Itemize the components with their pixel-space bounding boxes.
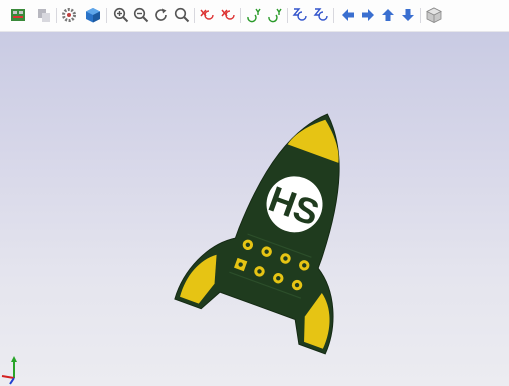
rotate-z-icon xyxy=(292,8,307,21)
3d-viewport[interactable]: HS xyxy=(0,32,509,386)
rotate-y-ccw-button[interactable] xyxy=(267,7,283,23)
toolbar-separator xyxy=(333,8,334,23)
board-icon xyxy=(11,9,25,21)
zoom-in-icon xyxy=(113,7,129,23)
refresh-icon xyxy=(155,8,167,21)
pan-left-button[interactable] xyxy=(340,7,356,23)
x-axis-line xyxy=(1,375,15,379)
z-axis-line xyxy=(9,377,15,385)
rotate-x-ccw-button[interactable] xyxy=(220,7,236,23)
toolbar-separator xyxy=(287,8,288,23)
rotate-x-icon xyxy=(221,9,235,20)
rotate-y-icon xyxy=(247,8,261,23)
orthographic-toggle-button[interactable] xyxy=(426,7,442,23)
zoom-fit-icon xyxy=(174,7,190,23)
rotate-y-icon xyxy=(268,8,282,23)
zoom-in-button[interactable] xyxy=(113,7,129,23)
cube-3d-icon xyxy=(86,8,100,23)
arrow-right-icon xyxy=(362,9,374,21)
toolbar-separator xyxy=(420,8,421,23)
toolbar-separator xyxy=(56,8,57,23)
arrow-left-icon xyxy=(342,9,354,21)
rotate-x-icon xyxy=(200,9,214,20)
arrow-up-icon xyxy=(382,9,394,21)
pcb-render-toggle-button[interactable] xyxy=(10,7,26,23)
pan-down-button[interactable] xyxy=(400,7,416,23)
rotate-z-ccw-button[interactable] xyxy=(313,7,329,23)
arrow-down-icon xyxy=(402,9,414,21)
toolbar-separator xyxy=(106,8,107,23)
rotate-z-cw-button[interactable] xyxy=(292,7,308,23)
copy-image-button[interactable] xyxy=(36,7,52,23)
rotate-y-cw-button[interactable] xyxy=(246,7,262,23)
y-axis-arrow xyxy=(11,356,17,362)
ortho-cube-icon xyxy=(426,7,442,23)
rotate-x-cw-button[interactable] xyxy=(199,7,215,23)
redraw-button[interactable] xyxy=(153,7,169,23)
rotate-z-icon xyxy=(313,8,328,21)
raytracing-button[interactable] xyxy=(85,7,101,23)
toolbar-separator xyxy=(240,8,241,23)
axis-indicator xyxy=(1,356,17,385)
copy-icon xyxy=(38,9,50,22)
pcb-board-3d-view: HS xyxy=(174,113,340,355)
zoom-fit-button[interactable] xyxy=(174,7,190,23)
zoom-out-button[interactable] xyxy=(133,7,149,23)
toolbar-separator xyxy=(194,8,195,23)
pan-up-button[interactable] xyxy=(380,7,396,23)
zoom-out-icon xyxy=(133,7,149,23)
gear-icon xyxy=(62,8,76,22)
pan-right-button[interactable] xyxy=(360,7,376,23)
settings-button[interactable] xyxy=(61,7,77,23)
toolbar xyxy=(0,0,509,32)
